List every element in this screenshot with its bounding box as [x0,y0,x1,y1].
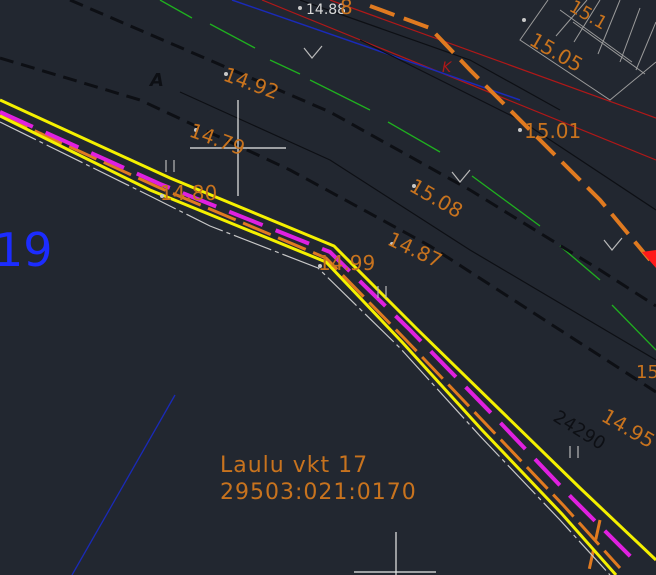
elevation-label-11: 15.1 [566,0,611,34]
red-marker [642,250,656,268]
elevation-label-9: 15.08 [406,174,468,223]
blue-line-bottom [71,394,176,575]
elevation-label-12: 15. [636,362,656,383]
elevation-label-5: 14.99 [318,251,375,275]
cad-map-canvas[interactable]: 14.88 8 14.92 14.79 14.80 14.99 14.87 15… [0,0,656,575]
parcel-name: Laulu vkt 17 [220,453,368,478]
elevation-label-8: 15.01 [524,119,581,143]
elevation-label-1b: 8 [340,0,353,19]
parcel-number: 19 [0,223,53,277]
boundary-yellow-inner [0,114,618,575]
elevation-label-10: 14.95 [598,404,656,453]
map-drawing: 14.88 8 14.92 14.79 14.80 14.99 14.87 15… [0,0,656,575]
elevation-label-2: 14.92 [220,62,282,104]
elevation-label-6: 14.87 [384,227,446,273]
measurement-label: 24290 [549,406,609,454]
street-letter: A [148,70,164,91]
road-edge-white [0,121,611,575]
kerb-label: K [442,60,453,76]
parcel-code: 29503:021:0170 [220,480,417,505]
elevation-label-3: 14.79 [186,118,248,160]
elevation-label-4: 14.80 [160,181,217,205]
